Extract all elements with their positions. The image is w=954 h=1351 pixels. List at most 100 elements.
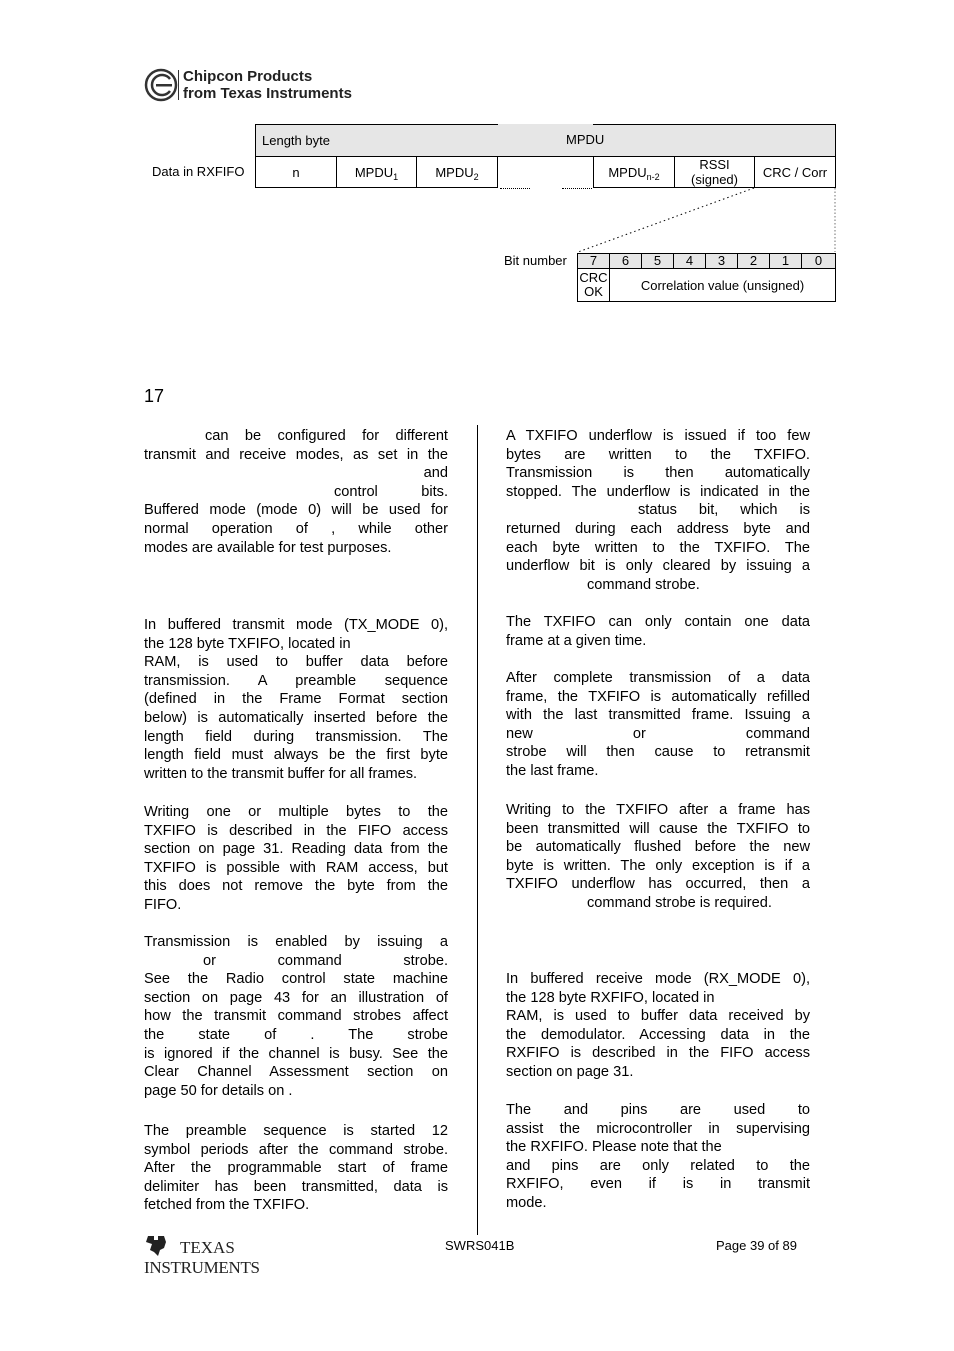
text-line: normal operation of , while other: [144, 520, 448, 537]
text-line: section on page 43 for an illustration o…: [144, 989, 448, 1006]
texas-instruments-logo-icon: Texas Instruments: [144, 1236, 260, 1277]
right-column-p4: Writing to the TXFIFO after a frame has …: [506, 801, 810, 913]
left-column-p2: In buffered transmit mode (TX_MODE 0), t…: [144, 616, 448, 783]
crc-corr-cell: CRC / Corr: [754, 156, 836, 188]
logo-divider: [178, 70, 179, 100]
paragraph-flush: Writing to the TXFIFO after a frame has …: [506, 801, 810, 913]
text-line: Transmission is enabled by issuing a: [144, 934, 448, 950]
rssi-cell: RSSI (signed): [674, 156, 755, 188]
text-line: byte is written. The only exception is i…: [506, 857, 810, 874]
text-line: After complete transmission of a data: [506, 670, 810, 686]
footer-divider-tick: [477, 1225, 478, 1235]
text-line: RXFIFO is described in the FIFO access: [506, 1045, 810, 1062]
text-line: this does not remove the byte from the: [144, 878, 448, 895]
text-line: been transmitted will cause the TXFIFO t…: [506, 820, 810, 837]
text-line: mode.: [506, 1194, 547, 1211]
text-line: how the transmit command strobes affect: [144, 1008, 448, 1025]
text-line: and: [423, 465, 448, 482]
right-column-p3: After complete transmission of a data fr…: [506, 669, 810, 781]
mpdun2-cell: MPDUn-2: [593, 156, 675, 188]
brand-name: Chipcon Products from Texas Instruments: [183, 68, 352, 102]
chipcon-logo-icon: [144, 68, 178, 102]
text-line: TXFIFO is described in the FIFO access: [144, 822, 448, 839]
text-line: modes are available for test purposes.: [144, 539, 392, 556]
length-cell: n: [255, 156, 337, 188]
text-line: transmission. A preamble sequence: [144, 672, 448, 689]
text-line: the state of . The strobe: [144, 1026, 448, 1043]
text-line: RAM, is used to buffer data received by: [506, 1008, 810, 1025]
text-line: the RXFIFO. Please note that the: [506, 1139, 722, 1156]
texas-instruments-logo: Texas Instruments: [144, 1234, 264, 1281]
text-line: The preamble sequence is started 12: [144, 1123, 448, 1139]
paragraph-transmission-enabled: Transmission is enabled by issuing a or …: [144, 933, 448, 1100]
mpdun2-label: MPDUn-2: [608, 164, 660, 182]
text-line: stopped. The underflow is indicated in t…: [506, 483, 810, 500]
right-column-p2: The TXFIFO can only contain one data fra…: [506, 613, 810, 650]
rxfifo-row-label: Data in RXFIFO: [152, 164, 245, 179]
mpdu1-label: MPDU1: [354, 164, 399, 182]
text-line: the last frame.: [506, 762, 599, 779]
mpdu1-cell: MPDU1: [336, 156, 417, 188]
text-line: can be configured for different: [205, 428, 448, 444]
text-line: and pins are only related to the: [506, 1157, 810, 1174]
text-line: the demodulator. Accessing data in the: [506, 1026, 810, 1043]
right-column-p1: A TXFIFO underflow is issued if too few …: [506, 427, 810, 594]
bit-6: 6: [609, 253, 642, 269]
right-column-p5: In buffered receive mode (RX_MODE 0), th…: [506, 970, 810, 1082]
text-line: Writing to the TXFIFO after a frame has: [506, 802, 810, 818]
text-line: frame at a given time.: [506, 632, 647, 649]
text-line: below) is automatically inserted before …: [144, 709, 448, 726]
bit-3: 3: [705, 253, 738, 269]
text-line: strobe will then cause to retransmit: [506, 744, 810, 761]
paragraph-modes: can be configured for different transmit…: [144, 427, 448, 557]
left-column-p4: Transmission is enabled by issuing a or …: [144, 933, 448, 1100]
paragraph-buffered-transmit: In buffered transmit mode (TX_MODE 0), t…: [144, 616, 448, 783]
paragraph-pins: The and pins are used to assist the micr…: [506, 1101, 810, 1213]
text-line: the 128 byte TXFIFO, located in: [144, 635, 351, 652]
paragraph-one-frame: The TXFIFO can only contain one data fra…: [506, 613, 810, 650]
section-number: 17: [144, 386, 165, 406]
text-line: status bit, which is: [638, 502, 810, 519]
text-line: be automatically flushed before the new: [506, 839, 810, 856]
text-line: new or command: [506, 725, 810, 742]
text-line: bytes are written to the TXFIFO.: [506, 446, 810, 463]
text-line: control bits.: [334, 483, 448, 500]
text-line: Clear Channel Assessment section on: [144, 1064, 448, 1081]
text-line: length field must always be the first by…: [144, 747, 448, 764]
bit-2: 2: [737, 253, 770, 269]
text-line: frame, the TXFIFO is automatically refil…: [506, 688, 810, 705]
ok-label: OK: [584, 284, 603, 299]
text-line: TXFIFO is possible with RAM access, but: [144, 859, 448, 876]
paragraph-buffered-receive: In buffered receive mode (RX_MODE 0), th…: [506, 970, 810, 1082]
text-line: fetched from the TXFIFO.: [144, 1197, 310, 1214]
rssi-label: RSSI: [699, 157, 730, 172]
length-byte-header: Length byte: [255, 124, 337, 157]
text-line: command strobe.: [587, 576, 700, 593]
text-line: section on page 31.: [506, 1063, 634, 1080]
gap-dots-bottom-1: [500, 188, 530, 189]
crc-corr-label: CRC / Corr: [762, 164, 828, 180]
gap-dots-top-2: [562, 156, 592, 157]
text-line: command strobe is required.: [587, 894, 772, 911]
text-line: the 128 byte RXFIFO, located in: [506, 989, 715, 1006]
length-value: n: [292, 164, 300, 180]
text-line: Buffered mode (mode 0) will be used for: [144, 502, 448, 519]
length-byte-label: Length byte: [262, 133, 330, 148]
page-number: Page 39 of 89: [716, 1238, 797, 1253]
bit-7: 7: [577, 253, 610, 269]
text-line: In buffered receive mode (RX_MODE 0),: [506, 971, 810, 987]
left-column-p3: Writing one or multiple bytes to the TXF…: [144, 803, 448, 915]
paragraph-preamble: The preamble sequence is started 12 symb…: [144, 1122, 448, 1215]
brand-line-1: Chipcon Products: [183, 68, 313, 85]
mpdu-header-top-right: [593, 124, 836, 125]
text-line: underflow bit is only cleared by issuing…: [506, 558, 810, 575]
text-line: length field during transmission. The: [144, 728, 448, 745]
bit-0: 0: [801, 253, 836, 269]
crc-label: CRC: [579, 270, 608, 285]
text-line: The and pins are used to: [506, 1102, 810, 1118]
left-column-p5: The preamble sequence is started 12 symb…: [144, 1122, 448, 1215]
text-line: (defined in the Frame Format section: [144, 691, 448, 708]
column-divider: [477, 425, 478, 1235]
text-line: returned during each address byte and: [506, 520, 810, 537]
paragraph-refill: After complete transmission of a data fr…: [506, 669, 810, 781]
